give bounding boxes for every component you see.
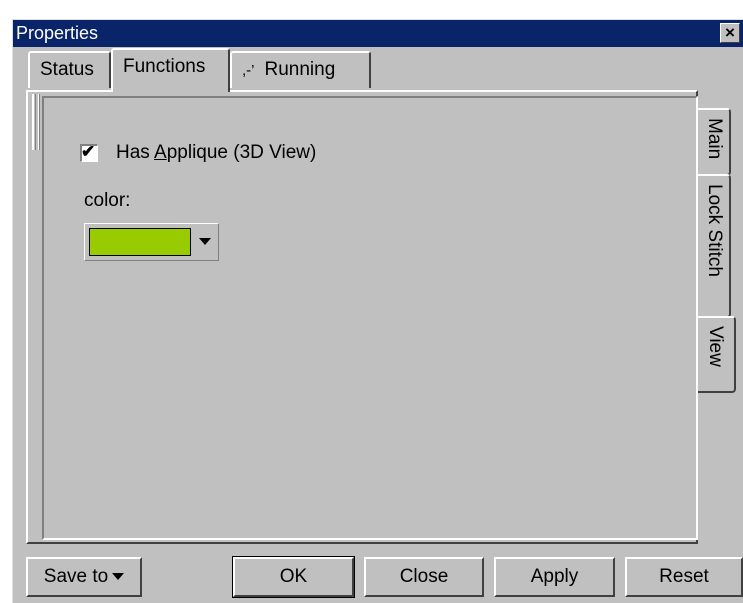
tab-running-label: Running [264, 59, 336, 80]
label-prefix: Has [116, 142, 155, 163]
color-swatch [89, 228, 191, 256]
close-label: Close [399, 566, 449, 587]
has-applique-label[interactable]: Has Applique (3D View) [116, 142, 316, 164]
tab-status[interactable]: Status [28, 51, 111, 88]
close-button[interactable]: Close [364, 557, 484, 597]
tab-functions[interactable]: Functions [111, 48, 230, 92]
apply-button[interactable]: Apply [494, 557, 615, 597]
ok-label: OK [279, 566, 308, 587]
tab-running[interactable]: ,-’ Running [230, 51, 371, 88]
side-tab-view[interactable]: View [696, 316, 736, 393]
label-rest: pplique (3D View) [166, 142, 317, 163]
side-tab-main[interactable]: Main [698, 108, 731, 176]
color-picker-dropdown[interactable] [84, 223, 219, 261]
window-title: Properties [16, 23, 99, 43]
has-applique-checkbox[interactable]: ✔ [80, 142, 98, 162]
side-tab-lock-stitch[interactable]: Lock Stitch [698, 174, 731, 318]
close-icon: × [725, 23, 735, 42]
save-to-button[interactable]: Save to [26, 557, 142, 597]
apply-label: Apply [530, 566, 579, 587]
title-bar[interactable]: Properties × [13, 20, 743, 47]
reset-button[interactable]: Reset [625, 557, 743, 597]
close-window-button[interactable]: × [720, 23, 740, 43]
tab-functions-label: Functions [123, 56, 206, 77]
running-stitch-icon: ,-’ [242, 62, 255, 79]
checkmark-icon: ✔ [81, 142, 96, 161]
reset-label: Reset [659, 566, 709, 587]
chevron-down-icon [199, 238, 211, 245]
tab-status-label: Status [40, 59, 94, 80]
panel-grip-handle[interactable] [32, 94, 40, 150]
side-tab-view-label: View [705, 326, 726, 367]
side-tab-main-label: Main [704, 118, 725, 160]
side-tab-lock-stitch-label: Lock Stitch [704, 184, 725, 277]
label-mnemonic: A [154, 142, 167, 163]
ok-button[interactable]: OK [232, 556, 355, 598]
color-label: color: [84, 190, 131, 211]
chevron-down-icon [112, 573, 125, 581]
save-to-label: Save to [43, 566, 109, 587]
